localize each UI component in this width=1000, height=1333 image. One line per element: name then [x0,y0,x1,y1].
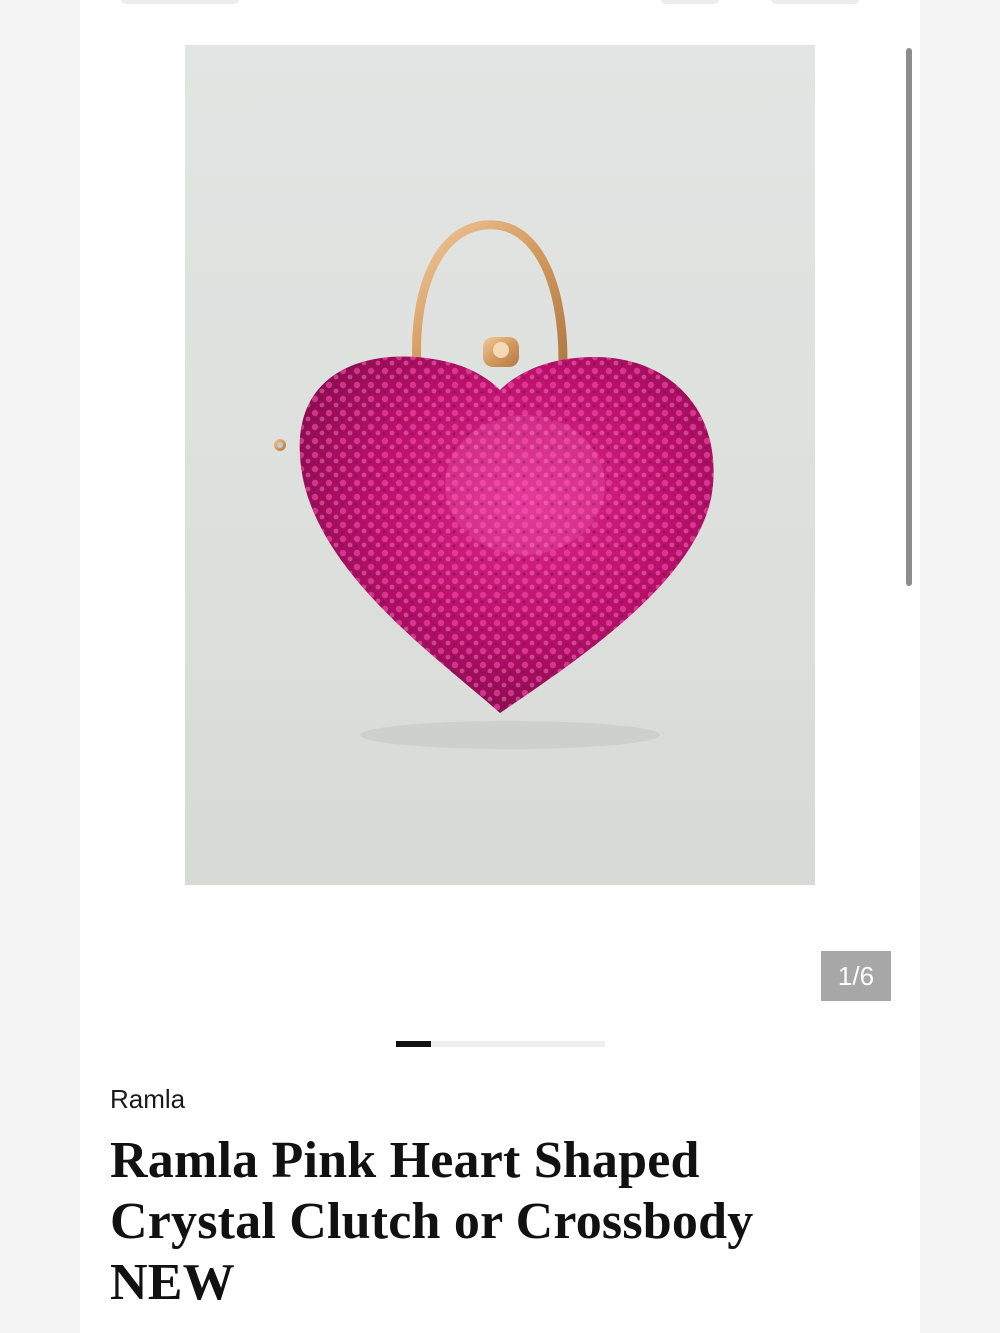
top-bar-remnant [120,0,240,4]
image-counter: 1/6 [821,951,891,1001]
brand-name[interactable]: Ramla [110,1084,185,1115]
scrollbar[interactable] [906,48,912,586]
product-title: Ramla Pink Heart Shaped Crystal Clutch o… [110,1132,754,1311]
product-image[interactable] [185,45,815,885]
top-bar-remnant [660,0,720,4]
top-bar-remnant [770,0,860,4]
carousel-indicator [396,1041,605,1047]
carousel-indicator-active [396,1041,431,1047]
